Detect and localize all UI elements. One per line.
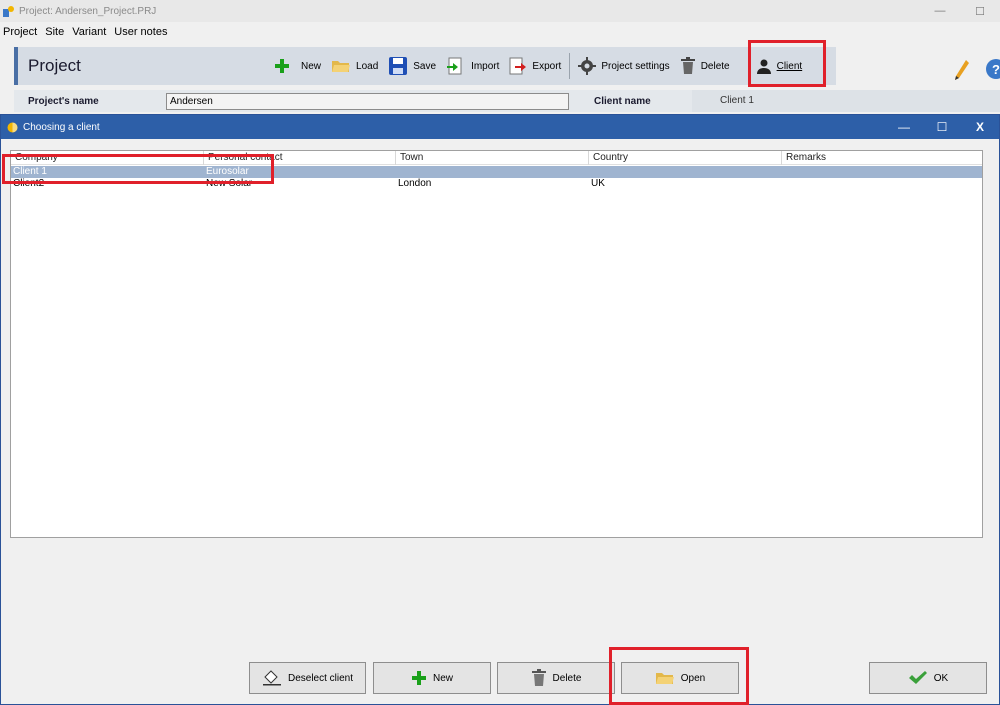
open-client-button[interactable]: Open bbox=[621, 662, 739, 694]
client-name-value: Client 1 bbox=[692, 90, 1000, 112]
row-remarks bbox=[782, 166, 982, 178]
row-town: London bbox=[398, 178, 432, 189]
app-title: Project: Andersen_Project.PRJ bbox=[19, 5, 157, 17]
eraser-icon bbox=[262, 670, 281, 686]
help-icon[interactable]: ? bbox=[986, 59, 1000, 79]
row-company: Client2 bbox=[13, 178, 45, 189]
column-personal-contact[interactable]: Personal contact bbox=[204, 151, 396, 165]
dialog-minimize-button[interactable]: — bbox=[885, 115, 923, 139]
menu-variant[interactable]: Variant bbox=[72, 26, 106, 38]
maximize-button[interactable]: ☐ bbox=[960, 0, 1000, 22]
toolbar-strip: New Load Save Import Export Project sett… bbox=[261, 47, 836, 85]
row-remarks bbox=[782, 178, 982, 190]
dialog-logo-icon bbox=[7, 122, 18, 132]
table-row[interactable]: Client 1 Eurosolar bbox=[11, 166, 982, 178]
ok-button[interactable]: OK bbox=[869, 662, 987, 694]
gear-icon bbox=[578, 57, 597, 75]
project-settings-button[interactable]: Project settings bbox=[573, 51, 674, 81]
column-remarks[interactable]: Remarks bbox=[782, 151, 982, 165]
column-country[interactable]: Country bbox=[589, 151, 782, 165]
menubar: Project Site Variant User notes bbox=[0, 22, 1000, 42]
save-project-button[interactable]: Save bbox=[383, 51, 441, 81]
trash-icon bbox=[531, 669, 546, 686]
floppy-disk-icon bbox=[389, 57, 408, 75]
menu-user-notes[interactable]: User notes bbox=[114, 26, 167, 38]
pencil-icon[interactable] bbox=[954, 59, 970, 81]
client-list[interactable]: Company Personal contact Town Country Re… bbox=[10, 150, 983, 538]
dialog-titlebar: Choosing a client — ☐ X bbox=[1, 115, 999, 139]
dialog-title: Choosing a client bbox=[23, 121, 100, 133]
menu-site[interactable]: Site bbox=[45, 26, 64, 38]
row-contact: Eurosolar bbox=[206, 166, 249, 177]
checkmark-icon bbox=[908, 671, 927, 684]
client-button[interactable]: Client bbox=[751, 51, 808, 81]
client-name-label: Client name bbox=[594, 95, 651, 107]
delete-project-button[interactable]: Delete bbox=[675, 51, 735, 81]
column-company[interactable]: Company bbox=[11, 151, 204, 165]
project-name-field[interactable]: Andersen bbox=[166, 93, 569, 110]
delete-client-button[interactable]: Delete bbox=[497, 662, 615, 694]
deselect-client-button[interactable]: Deselect client bbox=[249, 662, 366, 694]
new-project-button[interactable]: New bbox=[269, 51, 326, 81]
row-country: UK bbox=[591, 178, 605, 189]
column-town[interactable]: Town bbox=[396, 151, 589, 165]
minimize-button[interactable]: — bbox=[920, 0, 960, 22]
export-button[interactable]: Export bbox=[504, 51, 566, 81]
table-row[interactable]: Client2 New Solar London UK bbox=[11, 178, 982, 190]
row-contact: New Solar bbox=[206, 178, 253, 189]
project-info-row: Project's name Andersen Client name Clie… bbox=[14, 90, 1000, 112]
plus-icon bbox=[275, 59, 289, 73]
toolbar-separator bbox=[569, 53, 571, 79]
export-icon bbox=[509, 57, 527, 75]
new-client-button[interactable]: New bbox=[373, 662, 491, 694]
folder-icon bbox=[655, 673, 674, 684]
row-country bbox=[589, 166, 782, 178]
plus-icon bbox=[411, 671, 426, 685]
row-town bbox=[396, 166, 589, 178]
menu-project[interactable]: Project bbox=[3, 26, 37, 38]
import-button[interactable]: Import bbox=[441, 51, 504, 81]
import-icon bbox=[447, 57, 462, 75]
dialog-close-button[interactable]: X bbox=[961, 115, 999, 139]
row-company: Client 1 bbox=[13, 166, 47, 177]
app-titlebar: Project: Andersen_Project.PRJ — ☐ bbox=[0, 0, 1000, 22]
folder-icon bbox=[332, 61, 351, 72]
dialog-maximize-button[interactable]: ☐ bbox=[923, 115, 961, 139]
trash-icon bbox=[680, 57, 695, 74]
toolbar-right: ? bbox=[836, 47, 1000, 85]
person-icon bbox=[756, 59, 771, 74]
project-panel-title: Project bbox=[14, 47, 261, 85]
project-toolbar: Project New Load Save Import Export Proj… bbox=[0, 42, 1000, 90]
load-project-button[interactable]: Load bbox=[326, 51, 383, 81]
app-logo-icon bbox=[3, 6, 14, 17]
choosing-client-dialog: Choosing a client — ☐ X Company Personal… bbox=[0, 114, 1000, 705]
project-name-label: Project's name bbox=[28, 95, 99, 107]
client-list-header: Company Personal contact Town Country Re… bbox=[11, 151, 982, 165]
